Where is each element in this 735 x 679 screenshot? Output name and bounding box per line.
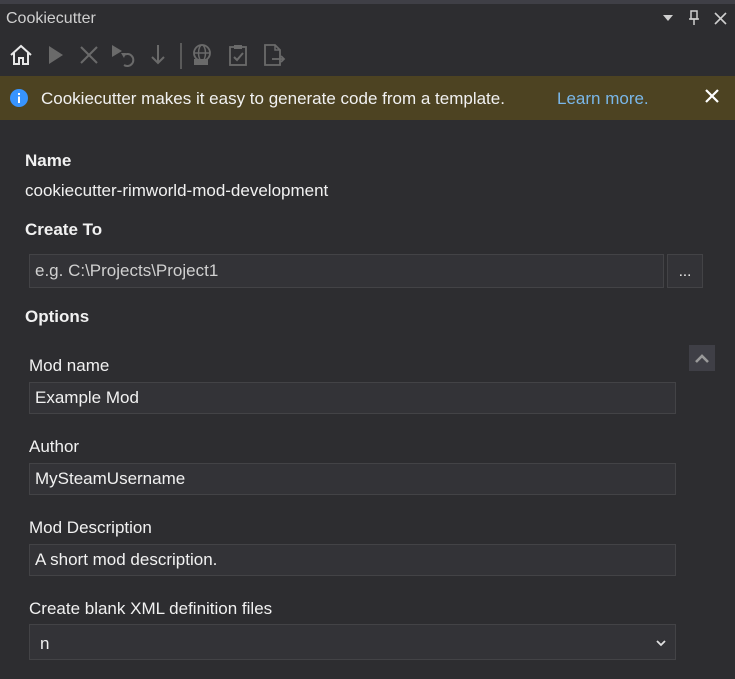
mod-description-label: Mod Description [29, 518, 152, 537]
collapse-options-button[interactable] [689, 345, 715, 371]
document-export-icon[interactable] [261, 42, 287, 68]
info-message: Cookiecutter makes it easy to generate c… [41, 89, 505, 108]
close-icon[interactable] [713, 9, 727, 27]
dropdown-arrow-icon[interactable] [661, 9, 675, 27]
web-icon[interactable] [190, 42, 216, 68]
xml-files-selected-value: n [40, 634, 50, 653]
info-bar: Cookiecutter makes it easy to generate c… [0, 76, 735, 120]
home-icon[interactable] [8, 42, 34, 68]
create-to-label: Create To [25, 220, 103, 239]
run-refresh-icon[interactable] [110, 42, 136, 68]
template-name: cookiecutter-rimworld-mod-development [25, 181, 329, 200]
window-controls [661, 9, 727, 27]
pin-icon[interactable] [687, 9, 701, 27]
download-icon[interactable] [145, 42, 171, 68]
clipboard-check-icon[interactable] [226, 42, 252, 68]
close-icon[interactable] [704, 88, 722, 106]
browse-button[interactable]: ... [667, 254, 703, 288]
window-title: Cookiecutter [6, 10, 96, 27]
learn-more-link[interactable]: Learn more. [557, 89, 649, 109]
mod-name-label: Mod name [29, 356, 110, 375]
name-label: Name [25, 151, 72, 170]
author-input[interactable] [29, 463, 676, 495]
run-icon[interactable] [43, 42, 69, 68]
mod-name-input[interactable] [29, 382, 676, 414]
create-to-input[interactable] [29, 254, 664, 288]
info-icon [10, 89, 28, 107]
mod-description-input[interactable] [29, 544, 676, 576]
options-label: Options [25, 307, 90, 326]
author-label: Author [29, 437, 80, 456]
xml-files-select[interactable]: n [29, 624, 676, 660]
tool-window-titlebar: Cookiecutter [0, 0, 735, 36]
toolbar [0, 36, 735, 76]
toolbar-separator [180, 43, 182, 69]
chevron-down-icon [655, 636, 667, 648]
delete-icon[interactable] [76, 42, 102, 68]
xml-files-label: Create blank XML definition files [29, 599, 273, 618]
